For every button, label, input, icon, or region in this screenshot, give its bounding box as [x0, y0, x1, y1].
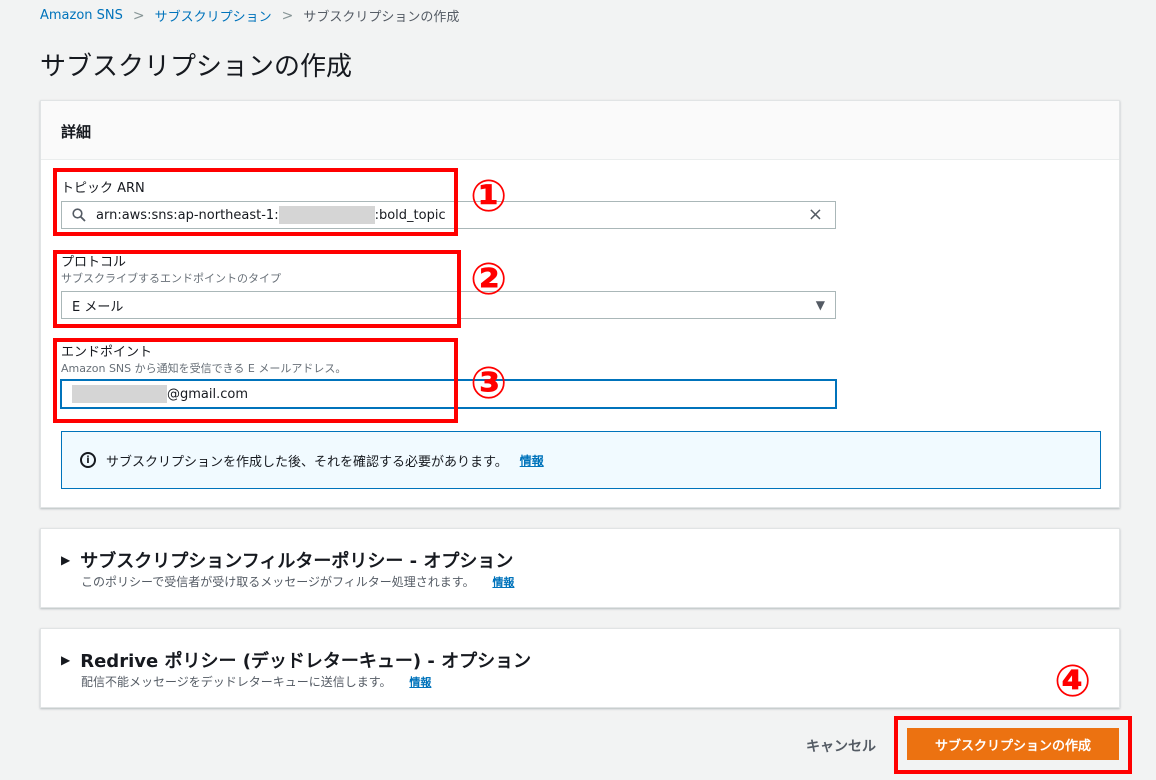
- cancel-button[interactable]: キャンセル: [806, 736, 876, 756]
- caret-down-icon: ▼: [815, 298, 825, 312]
- breadcrumb-separator-icon: >: [281, 7, 294, 24]
- breadcrumb-amazon-sns[interactable]: Amazon SNS: [40, 8, 123, 23]
- redrive-policy-description: 配信不能メッセージをデッドレターキューに送信します。: [81, 675, 392, 689]
- annotation-box-3: [53, 338, 458, 423]
- filter-policy-title: サブスクリプションフィルターポリシー - オプション: [80, 551, 514, 572]
- page-title: サブスクリプションの作成: [40, 52, 353, 82]
- annotation-number-3: ③: [470, 358, 508, 409]
- filter-policy-info-link[interactable]: 情報: [492, 576, 514, 589]
- confirmation-info-text: サブスクリプションを作成した後、それを確認する必要があります。: [106, 454, 508, 470]
- filter-policy-description: このポリシーで受信者が受け取るメッセージがフィルター処理されます。: [81, 575, 475, 589]
- annotation-box-1: [53, 168, 458, 236]
- redrive-policy-description-row: 配信不能メッセージをデッドレターキューに送信します。 情報: [81, 673, 431, 690]
- annotation-number-2: ②: [470, 254, 508, 305]
- clear-icon[interactable]: ×: [808, 206, 823, 224]
- redrive-policy-panel[interactable]: ▶ Redrive ポリシー (デッドレターキュー) - オプション 配信不能メ…: [40, 628, 1120, 708]
- filter-policy-description-row: このポリシーで受信者が受け取るメッセージがフィルター処理されます。 情報: [81, 573, 514, 590]
- confirmation-info-alert: i サブスクリプションを作成した後、それを確認する必要があります。 情報: [61, 431, 1101, 489]
- redrive-policy-title: Redrive ポリシー (デッドレターキュー) - オプション: [80, 651, 532, 672]
- breadcrumb-subscriptions[interactable]: サブスクリプション: [155, 6, 272, 25]
- annotation-box-4: [894, 716, 1132, 774]
- breadcrumb-current: サブスクリプションの作成: [303, 10, 460, 25]
- info-icon: i: [80, 452, 96, 468]
- filter-policy-header[interactable]: ▶ サブスクリプションフィルターポリシー - オプション: [61, 547, 513, 573]
- details-header: 詳細: [41, 101, 1119, 160]
- caret-right-icon: ▶: [61, 553, 71, 567]
- redrive-policy-info-link[interactable]: 情報: [409, 676, 431, 689]
- annotation-number-4: ④: [1054, 656, 1092, 707]
- breadcrumb-separator-icon: >: [132, 7, 145, 24]
- breadcrumb: Amazon SNS > サブスクリプション > サブスクリプションの作成: [40, 6, 460, 26]
- filter-policy-panel[interactable]: ▶ サブスクリプションフィルターポリシー - オプション このポリシーで受信者が…: [40, 528, 1120, 608]
- caret-right-icon: ▶: [61, 653, 71, 667]
- redrive-policy-header[interactable]: ▶ Redrive ポリシー (デッドレターキュー) - オプション: [61, 647, 531, 673]
- annotation-box-2: [53, 250, 461, 328]
- annotation-number-1: ①: [470, 171, 508, 222]
- info-link[interactable]: 情報: [520, 452, 544, 469]
